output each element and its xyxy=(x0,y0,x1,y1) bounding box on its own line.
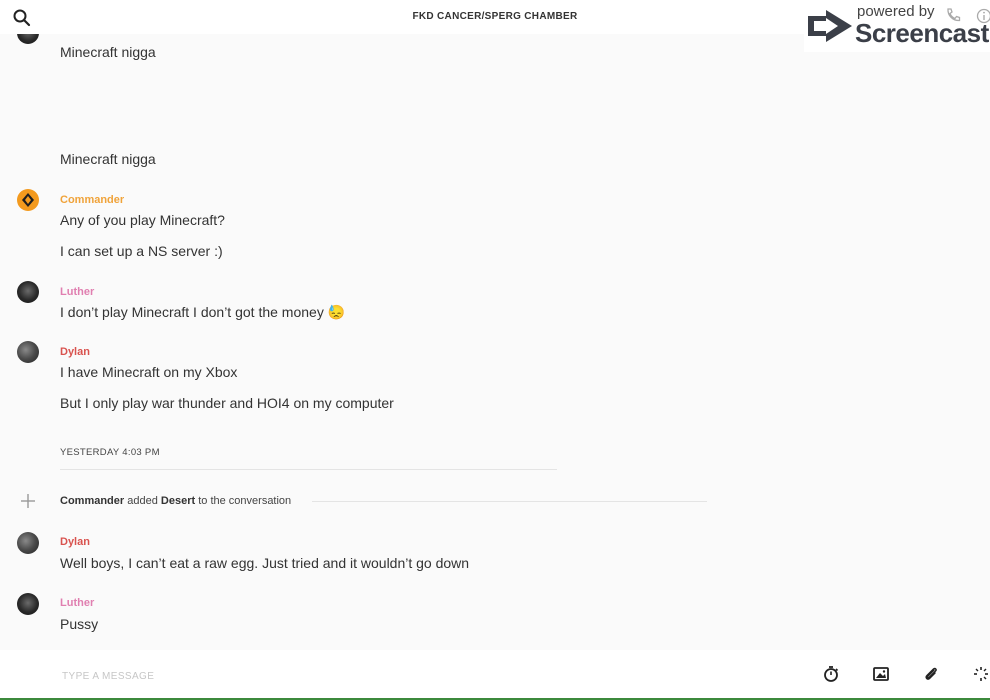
commander-badge-icon xyxy=(22,193,34,207)
info-icon[interactable] xyxy=(976,8,990,24)
avatar[interactable] xyxy=(17,593,39,615)
system-message: Commander added Desert to the conversati… xyxy=(60,495,291,507)
avatar[interactable] xyxy=(17,189,39,211)
message-composer xyxy=(0,650,990,700)
phone-icon[interactable] xyxy=(945,7,961,23)
message-text: I have Minecraft on my Xbox xyxy=(60,364,238,380)
system-divider-line xyxy=(312,501,707,502)
timer-icon[interactable] xyxy=(822,665,840,683)
screencastify-watermark: powered by Screencastify xyxy=(804,0,990,52)
avatar[interactable] xyxy=(17,341,39,363)
message-text: But I only play war thunder and HOI4 on … xyxy=(60,395,394,411)
system-verb: added xyxy=(127,495,158,507)
message-input[interactable] xyxy=(60,664,764,688)
paperclip-icon[interactable] xyxy=(922,665,940,683)
system-target: Desert xyxy=(160,495,196,507)
message-author[interactable]: Luther xyxy=(60,286,94,298)
message-text: Any of you play Minecraft? xyxy=(60,212,225,228)
message-text: Well boys, I can’t eat a raw egg. Just t… xyxy=(60,555,470,571)
day-divider-line xyxy=(60,469,557,470)
day-divider-label: YESTERDAY 4:03 PM xyxy=(60,447,160,458)
message-text: I can set up a NS server :) xyxy=(60,243,223,259)
image-icon[interactable] xyxy=(872,665,890,683)
message-text: I don’t play Minecraft I don’t got the m… xyxy=(60,304,346,320)
system-actor: Commander xyxy=(60,495,125,507)
sparkle-icon[interactable] xyxy=(972,665,990,683)
plus-icon xyxy=(21,494,35,508)
screencastify-logo xyxy=(808,10,852,42)
message-author[interactable]: Dylan xyxy=(60,536,90,548)
message-author[interactable]: Commander xyxy=(60,194,124,206)
message-author[interactable]: Dylan xyxy=(60,346,90,358)
avatar[interactable] xyxy=(17,281,39,303)
message-author[interactable]: Luther xyxy=(60,597,94,609)
message-text: Minecraft nigga xyxy=(60,151,156,167)
system-suffix: to the conversation xyxy=(198,495,292,507)
watermark-brand: Screencastify xyxy=(855,18,990,48)
avatar[interactable] xyxy=(17,532,39,554)
message-feed[interactable]: Minecraft nigga Minecraft nigga Commande… xyxy=(0,0,990,650)
message-text: Pussy xyxy=(60,616,99,632)
message-text: Minecraft nigga xyxy=(60,44,156,60)
